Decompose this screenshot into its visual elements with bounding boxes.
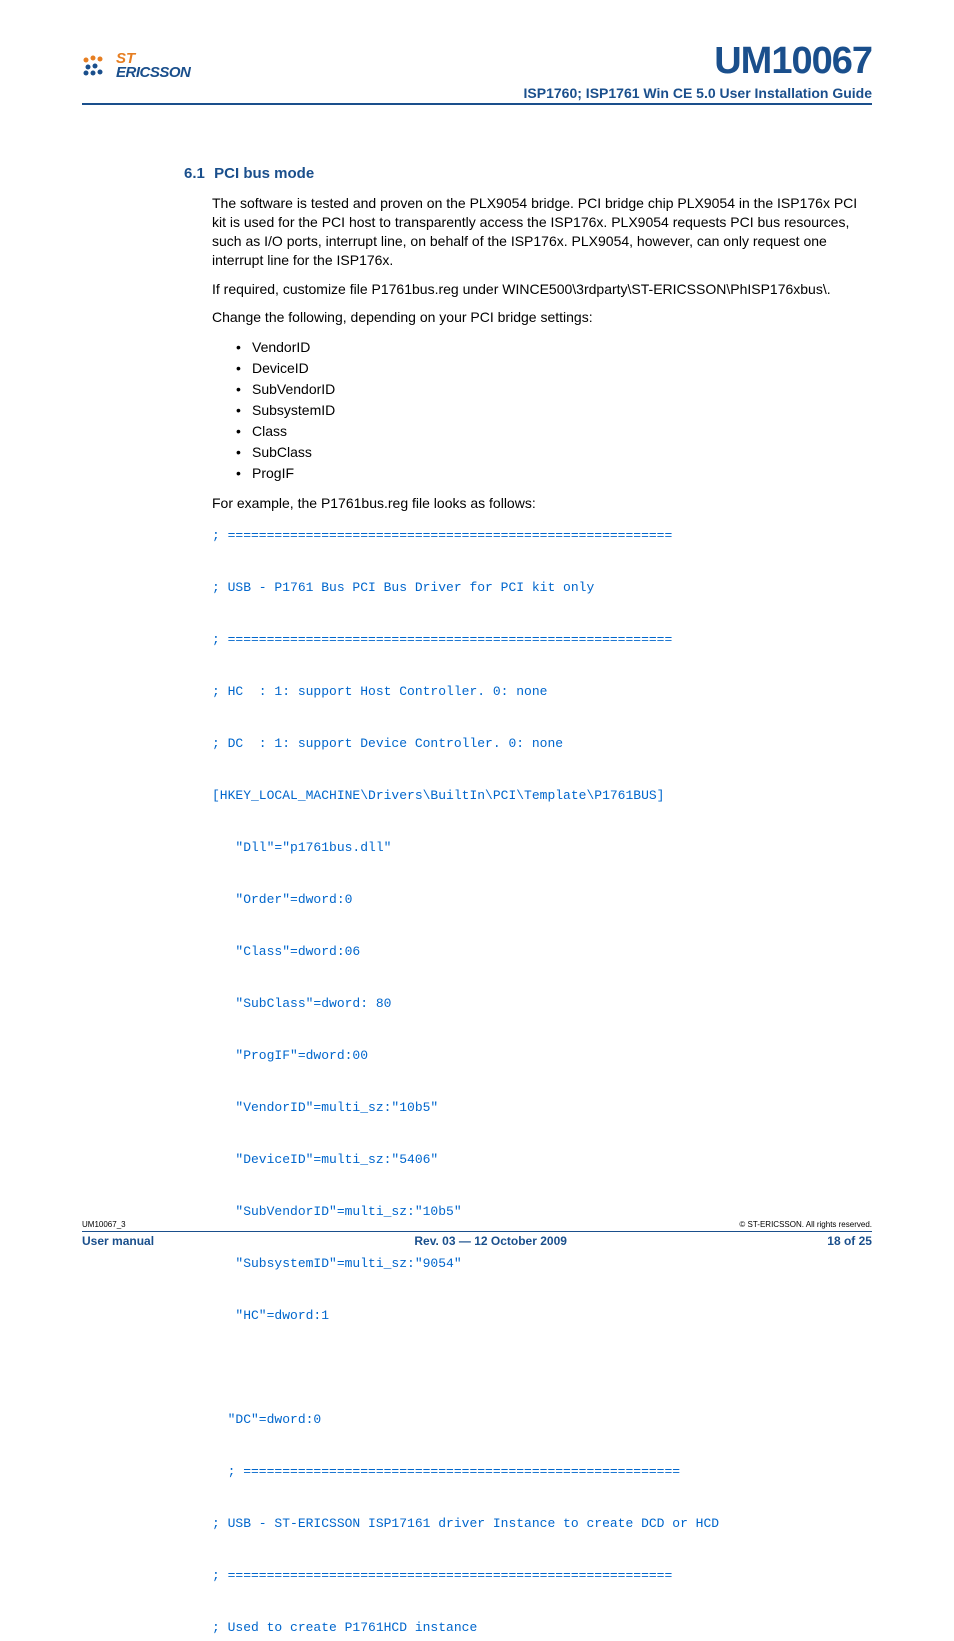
footer-page-num: 18 of 25 bbox=[827, 1234, 872, 1248]
code-block: ; ======================================… bbox=[212, 523, 862, 1641]
footer-copyright: © ST-ERICSSON. All rights reserved. bbox=[739, 1220, 872, 1229]
paragraph-4: For example, the P1761bus.reg file looks… bbox=[212, 494, 862, 513]
footer-doc-ref: UM10067_3 bbox=[82, 1220, 126, 1229]
list-item: Class bbox=[236, 421, 862, 442]
logo-dots-icon bbox=[82, 54, 112, 78]
paragraph-1: The software is tested and proven on the… bbox=[212, 194, 862, 270]
section-heading: 6.1 PCI bus mode bbox=[184, 165, 862, 182]
document-id: UM10067 bbox=[714, 40, 872, 83]
content-area: 6.1 PCI bus mode The software is tested … bbox=[82, 165, 872, 1641]
st-ericsson-logo: ST ERICSSON bbox=[82, 52, 190, 79]
bullet-list: VendorID DeviceID SubVendorID SubsystemI… bbox=[236, 337, 862, 484]
footer-doc-type: User manual bbox=[82, 1234, 154, 1248]
paragraph-3: Change the following, depending on your … bbox=[212, 308, 862, 327]
logo-text: ST ERICSSON bbox=[116, 52, 190, 79]
page-footer: UM10067_3 © ST-ERICSSON. All rights rese… bbox=[82, 1220, 872, 1248]
logo-ericsson-text: ERICSSON bbox=[116, 66, 190, 80]
page-container: ST ERICSSON UM10067 ISP1760; ISP1761 Win… bbox=[0, 0, 954, 1641]
list-item: VendorID bbox=[236, 337, 862, 358]
list-item: SubVendorID bbox=[236, 379, 862, 400]
footer-revision: Rev. 03 — 12 October 2009 bbox=[414, 1234, 567, 1248]
footer-top-row: UM10067_3 © ST-ERICSSON. All rights rese… bbox=[82, 1220, 872, 1229]
page-header: ST ERICSSON UM10067 ISP1760; ISP1761 Win… bbox=[82, 40, 872, 105]
list-item: SubsystemID bbox=[236, 400, 862, 421]
section-number: 6.1 bbox=[184, 165, 210, 182]
list-item: SubClass bbox=[236, 442, 862, 463]
list-item: DeviceID bbox=[236, 358, 862, 379]
footer-bottom-row: User manual Rev. 03 — 12 October 2009 18… bbox=[82, 1231, 872, 1248]
document-subtitle: ISP1760; ISP1761 Win CE 5.0 User Install… bbox=[82, 85, 872, 101]
list-item: ProgIF bbox=[236, 463, 862, 484]
paragraph-2: If required, customize file P1761bus.reg… bbox=[212, 280, 862, 299]
header-row: ST ERICSSON UM10067 bbox=[82, 40, 872, 83]
section-title: PCI bus mode bbox=[214, 165, 314, 182]
